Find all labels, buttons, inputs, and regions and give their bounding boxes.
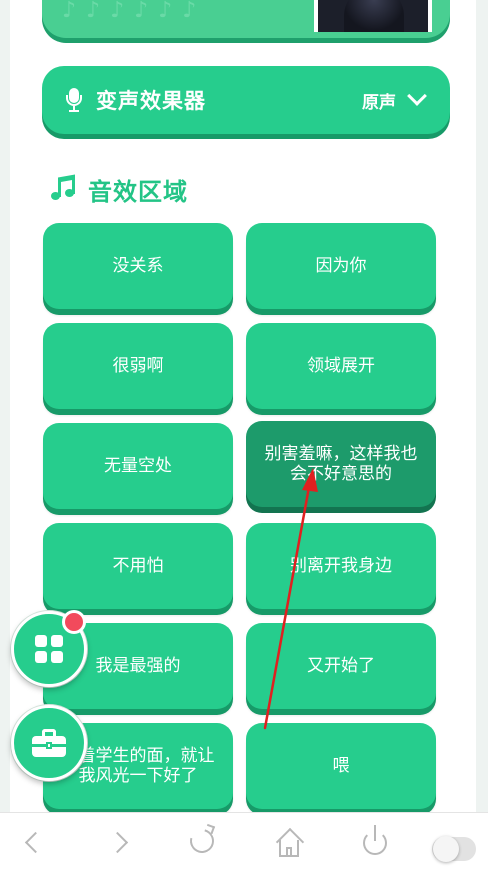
- apps-fab-button[interactable]: [11, 610, 87, 687]
- power-icon[interactable]: [354, 813, 394, 870]
- sound-button[interactable]: 喂: [246, 723, 436, 809]
- voice-changer-title: 变声效果器: [96, 89, 206, 113]
- sound-button-active[interactable]: 别害羞嘛，这样我也会不好意思的: [246, 421, 436, 507]
- toolbox-fab-button[interactable]: [11, 705, 87, 781]
- sound-button[interactable]: 没关系: [43, 223, 233, 309]
- sound-button[interactable]: 不用怕: [43, 523, 233, 609]
- sound-button[interactable]: 领域展开: [246, 323, 436, 409]
- sound-button[interactable]: 又开始了: [246, 623, 436, 709]
- refresh-icon[interactable]: [182, 813, 222, 870]
- voice-effect-value: 原声: [362, 92, 396, 113]
- music-note-icon: [48, 174, 76, 203]
- sound-button[interactable]: 别离开我身边: [246, 523, 436, 609]
- back-icon[interactable]: [12, 813, 52, 870]
- browser-bottom-nav: [0, 812, 488, 870]
- banner-pattern: ♪♪♪♪♪♪: [62, 0, 207, 23]
- grid-icon: [35, 635, 63, 663]
- section-header: 音效区域: [48, 172, 188, 206]
- microphone-icon: [66, 88, 82, 112]
- toolbox-icon: [32, 729, 66, 757]
- forward-icon[interactable]: [100, 813, 140, 870]
- voice-changer-bar[interactable]: 变声效果器 原声: [42, 66, 450, 134]
- sound-button[interactable]: 因为你: [246, 223, 436, 309]
- section-title: 音效区域: [88, 177, 188, 206]
- sound-button[interactable]: 很弱啊: [43, 323, 233, 409]
- notification-badge: [62, 610, 86, 634]
- sound-button[interactable]: 无量空处: [43, 423, 233, 509]
- chevron-down-icon[interactable]: [407, 86, 427, 106]
- banner-image: [314, 0, 432, 32]
- home-icon[interactable]: [269, 813, 309, 870]
- top-banner-card[interactable]: ♪♪♪♪♪♪: [42, 0, 450, 38]
- toggle-knob: [433, 836, 459, 862]
